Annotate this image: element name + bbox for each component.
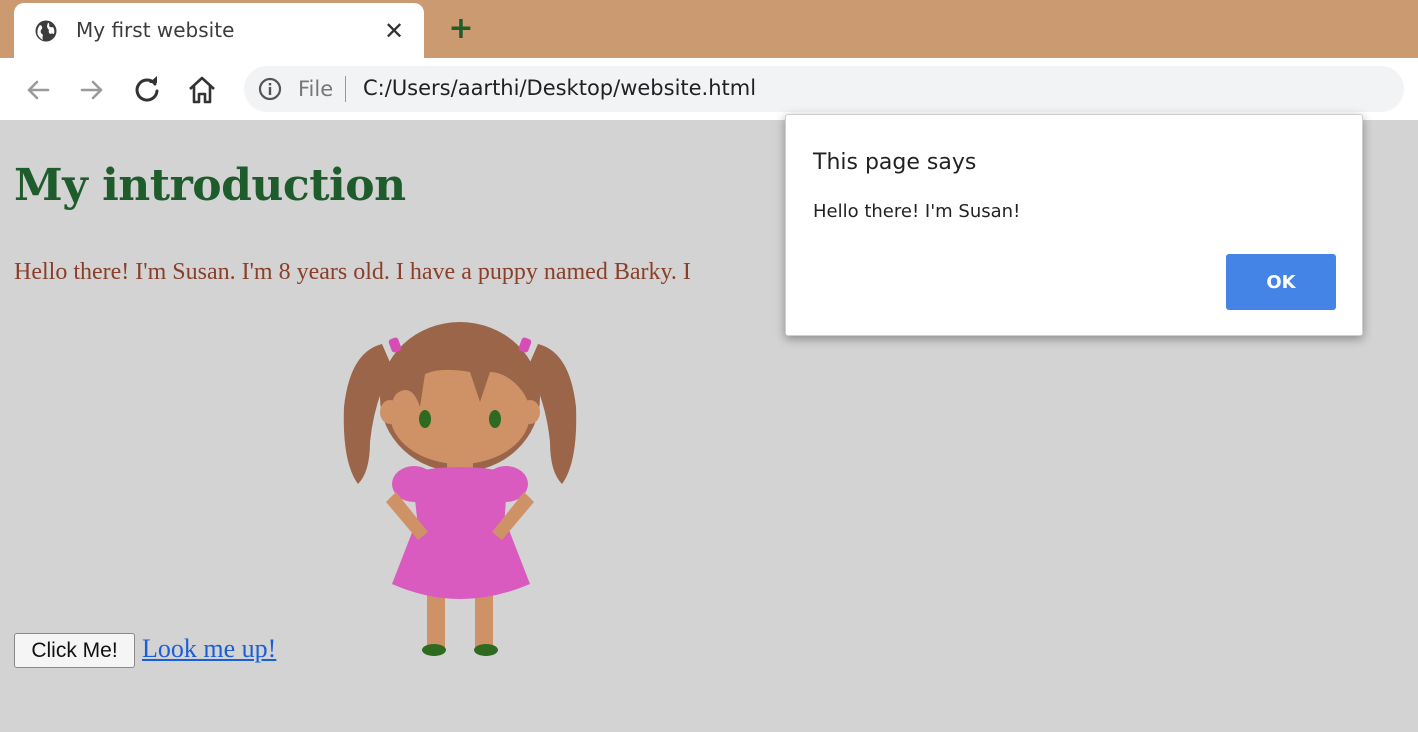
click-me-button[interactable]: Click Me! [14, 633, 135, 668]
tab-strip: My first website ✕ + [0, 0, 1418, 58]
browser-tab[interactable]: My first website ✕ [14, 3, 424, 58]
forward-arrow-icon[interactable] [76, 74, 108, 106]
address-url[interactable]: C:/Users/aarthi/Desktop/website.html [363, 76, 756, 100]
tab-close-icon[interactable]: ✕ [380, 17, 408, 45]
dialog-title: This page says [813, 150, 977, 175]
girl-illustration [343, 322, 577, 656]
reload-icon[interactable] [131, 74, 163, 106]
address-separator [345, 76, 346, 102]
alert-dialog: This page says Hello there! I'm Susan! O… [785, 114, 1363, 336]
home-icon[interactable] [186, 74, 218, 106]
back-arrow-icon[interactable] [22, 74, 54, 106]
address-scheme: File [298, 77, 334, 101]
ok-button[interactable]: OK [1226, 254, 1336, 310]
globe-icon [35, 20, 57, 42]
tab-title: My first website [76, 18, 235, 42]
info-icon[interactable] [258, 77, 282, 101]
dialog-message: Hello there! I'm Susan! [813, 201, 1021, 222]
look-me-up-link[interactable]: Look me up! [142, 634, 276, 664]
page-heading: My introduction [14, 160, 406, 211]
address-bar[interactable]: File C:/Users/aarthi/Desktop/website.htm… [244, 66, 1404, 112]
new-tab-button[interactable]: + [446, 14, 476, 44]
intro-paragraph: Hello there! I'm Susan. I'm 8 years old.… [14, 259, 691, 285]
browser-toolbar: File C:/Users/aarthi/Desktop/website.htm… [0, 58, 1418, 120]
